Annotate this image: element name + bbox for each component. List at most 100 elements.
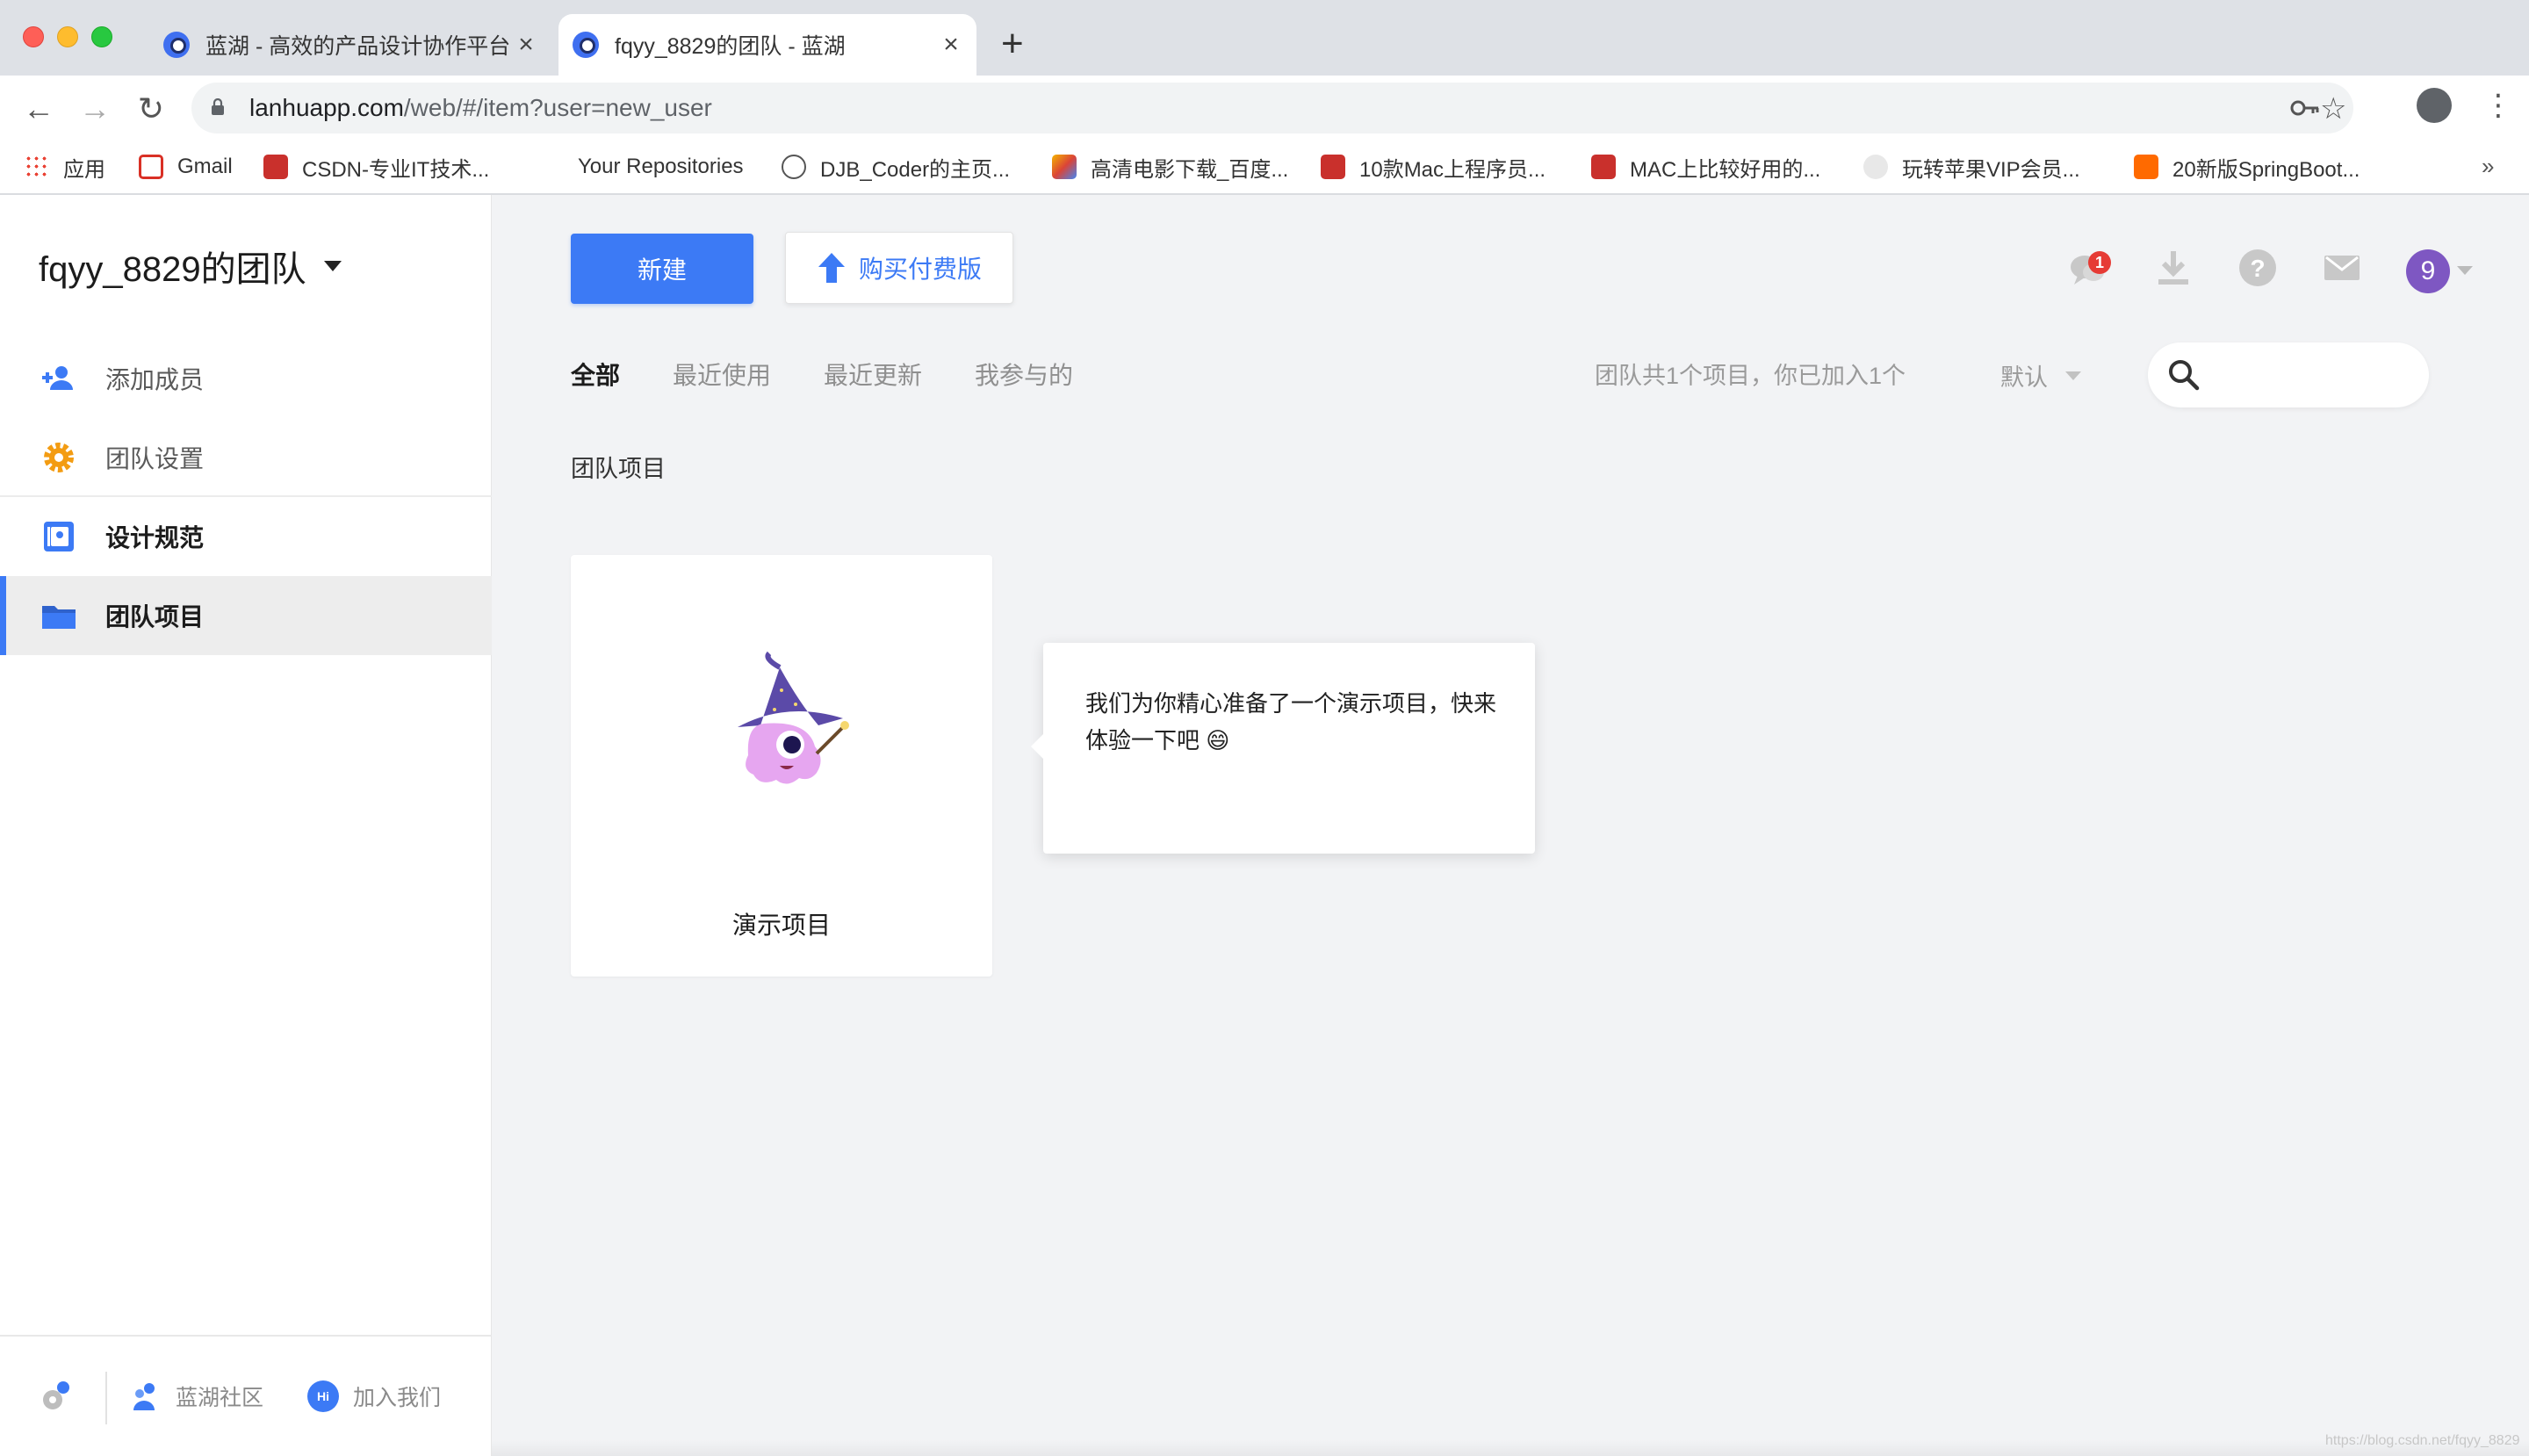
bookmark-label: Your Repositories xyxy=(578,155,744,178)
sidebar-item-team-settings[interactable]: 团队设置 xyxy=(0,418,492,497)
bookmark-springboot[interactable]: 20新版SpringBoot... xyxy=(2134,151,2360,183)
sort-label: 默认 xyxy=(2000,364,2048,391)
bookmarks-bar: 应用 Gmail CSDN-专业IT技术... Your Repositorie… xyxy=(0,141,2529,195)
browser-menu-icon[interactable]: ⋮ xyxy=(2483,86,2513,125)
lanhu-favicon-icon xyxy=(573,32,599,58)
bookmark-csdn[interactable]: CSDN-专业IT技术... xyxy=(263,151,489,183)
buy-premium-label: 购买付费版 xyxy=(858,256,982,283)
community-icon xyxy=(133,1383,155,1410)
tab-close-icon[interactable]: × xyxy=(513,32,539,58)
csdn-icon xyxy=(1321,155,1345,179)
bookmark-label: DJB_Coder的主页... xyxy=(820,157,1011,182)
demo-project-tooltip: 我们为你精心准备了一个演示项目，快来体验一下吧 😄 xyxy=(1031,643,1535,854)
sidebar-item-label: 设计规范 xyxy=(105,524,205,551)
browser-tab-team[interactable]: fqyy_8829的团队 - 蓝湖 × xyxy=(558,14,976,76)
sort-dropdown[interactable]: 默认 xyxy=(2000,358,2081,393)
back-arrow-icon[interactable]: ← xyxy=(21,91,56,126)
search-icon xyxy=(2169,360,2200,391)
community-label: 蓝湖社区 xyxy=(176,1386,264,1410)
team-name: fqyy_8829的团队 xyxy=(39,250,306,289)
help-robot-button[interactable] xyxy=(39,1380,84,1412)
bookmarks-overflow-button[interactable]: » xyxy=(2482,153,2494,180)
sidebar-item-label: 添加成员 xyxy=(105,366,205,393)
tab-participated[interactable]: 我参与的 xyxy=(975,357,1073,392)
sidebar-item-team-projects[interactable]: 团队项目 xyxy=(0,576,492,655)
svg-text:?: ? xyxy=(2250,255,2265,282)
join-us-label: 加入我们 xyxy=(353,1386,442,1410)
bookmark-label: MAC上比较好用的... xyxy=(1630,157,1821,182)
bookmark-repositories[interactable]: Your Repositories xyxy=(578,151,744,183)
csdn-icon xyxy=(263,155,288,179)
sidebar-item-design-spec[interactable]: 设计规范 xyxy=(0,497,492,576)
new-tab-button[interactable]: + xyxy=(1001,25,1024,63)
hi-chat-icon: Hi xyxy=(307,1380,339,1412)
bookmark-label: Gmail xyxy=(177,155,233,178)
help-icon[interactable]: ? xyxy=(2237,248,2278,288)
project-count-summary: 团队共1个项目，你已加入1个 xyxy=(1595,363,1906,389)
reload-icon[interactable]: ↻ xyxy=(133,91,169,126)
bookmark-movies[interactable]: 高清电影下载_百度... xyxy=(1052,151,1288,183)
join-us-link[interactable]: Hi 加入我们 xyxy=(307,1380,441,1412)
robot-help-icon xyxy=(43,1381,69,1409)
bookmark-label: 高清电影下载_百度... xyxy=(1091,157,1289,182)
bookmark-star-icon[interactable]: ☆ xyxy=(2320,91,2346,126)
browser-toolbar: ← → ↻ lanhuapp.com/web/#/item?user=new_u… xyxy=(0,76,2529,141)
bookmark-label: 20新版SpringBoot... xyxy=(2172,157,2360,182)
bookmark-apps[interactable]: 应用 xyxy=(25,151,105,183)
window-maximize-button[interactable] xyxy=(91,26,112,47)
tooltip-text: 我们为你精心准备了一个演示项目，快来体验一下吧 😄 xyxy=(1085,690,1497,753)
caret-down-icon xyxy=(2065,371,2081,380)
address-bar[interactable]: lanhuapp.com/web/#/item?user=new_user ☆ xyxy=(191,83,2353,133)
url-text: lanhuapp.com/web/#/item?user=new_user xyxy=(249,94,712,122)
url-path: /web/#/item?user=new_user xyxy=(403,94,712,121)
bookmark-djb-coder[interactable]: DJB_Coder的主页... xyxy=(782,151,1010,183)
footer-separator xyxy=(105,1372,107,1424)
bottom-shadow xyxy=(492,1440,2529,1456)
sidebar-footer: 蓝湖社区 Hi 加入我们 xyxy=(0,1335,492,1456)
apple-icon xyxy=(1863,155,1888,179)
browser-profile-icon[interactable] xyxy=(2417,88,2452,123)
tab-title: 蓝湖 - 高效的产品设计协作平台 xyxy=(205,34,511,59)
apps-grid-icon xyxy=(25,155,49,179)
bookmark-mac-tools[interactable]: MAC上比较好用的... xyxy=(1591,151,1820,183)
bookmark-apple-vip[interactable]: 玩转苹果VIP会员... xyxy=(1863,151,2080,183)
forward-arrow-icon[interactable]: → xyxy=(77,91,112,126)
sidebar: fqyy_8829的团队 添加成员 团队设置 设计规范 团队项目 蓝湖社区 Hi… xyxy=(0,195,492,1456)
download-icon[interactable] xyxy=(2153,248,2194,288)
tab-all[interactable]: 全部 xyxy=(571,357,620,392)
upgrade-arrow-icon xyxy=(818,253,845,283)
url-host: lanhuapp.com xyxy=(249,94,404,121)
taobao-icon xyxy=(2134,155,2158,179)
avatar-caret-down-icon[interactable] xyxy=(2457,266,2473,275)
mail-icon[interactable] xyxy=(2322,248,2362,288)
wizard-mascot-image xyxy=(738,651,849,784)
bookmark-label: CSDN-专业IT技术... xyxy=(302,157,490,182)
buy-premium-button[interactable]: 购买付费版 xyxy=(785,232,1013,304)
tab-recently-used[interactable]: 最近使用 xyxy=(673,357,771,392)
notification-badge: 1 xyxy=(2088,251,2111,274)
tab-close-icon[interactable]: × xyxy=(938,32,964,58)
window-minimize-button[interactable] xyxy=(57,26,78,47)
movie-icon xyxy=(1052,155,1077,179)
user-avatar[interactable]: 9 xyxy=(2406,249,2450,293)
tab-recently-updated[interactable]: 最近更新 xyxy=(824,357,922,392)
new-button[interactable]: 新建 xyxy=(571,234,753,304)
window-close-button[interactable] xyxy=(23,26,44,47)
design-spec-icon xyxy=(44,522,74,551)
caret-down-icon xyxy=(323,261,342,271)
sidebar-item-add-member[interactable]: 添加成员 xyxy=(0,339,492,418)
lanhu-favicon-icon xyxy=(163,32,190,58)
browser-tab-strip: 蓝湖 - 高效的产品设计协作平台 × fqyy_8829的团队 - 蓝湖 × + xyxy=(0,0,2529,76)
community-link[interactable]: 蓝湖社区 xyxy=(130,1380,263,1412)
bookmark-gmail[interactable]: Gmail xyxy=(139,151,233,183)
browser-tab-lanhu-home[interactable]: 蓝湖 - 高效的产品设计协作平台 × xyxy=(149,14,551,76)
project-card[interactable]: 演示项目 xyxy=(571,555,992,977)
team-switcher[interactable]: fqyy_8829的团队 xyxy=(39,241,342,292)
profile-icon xyxy=(782,155,806,179)
lock-icon xyxy=(212,98,224,115)
key-icon[interactable] xyxy=(2290,97,2320,119)
search-input[interactable] xyxy=(2148,342,2429,407)
bookmark-mac-apps[interactable]: 10款Mac上程序员... xyxy=(1321,151,1546,183)
bookmark-label: 应用 xyxy=(63,157,105,182)
add-member-icon xyxy=(42,366,73,390)
